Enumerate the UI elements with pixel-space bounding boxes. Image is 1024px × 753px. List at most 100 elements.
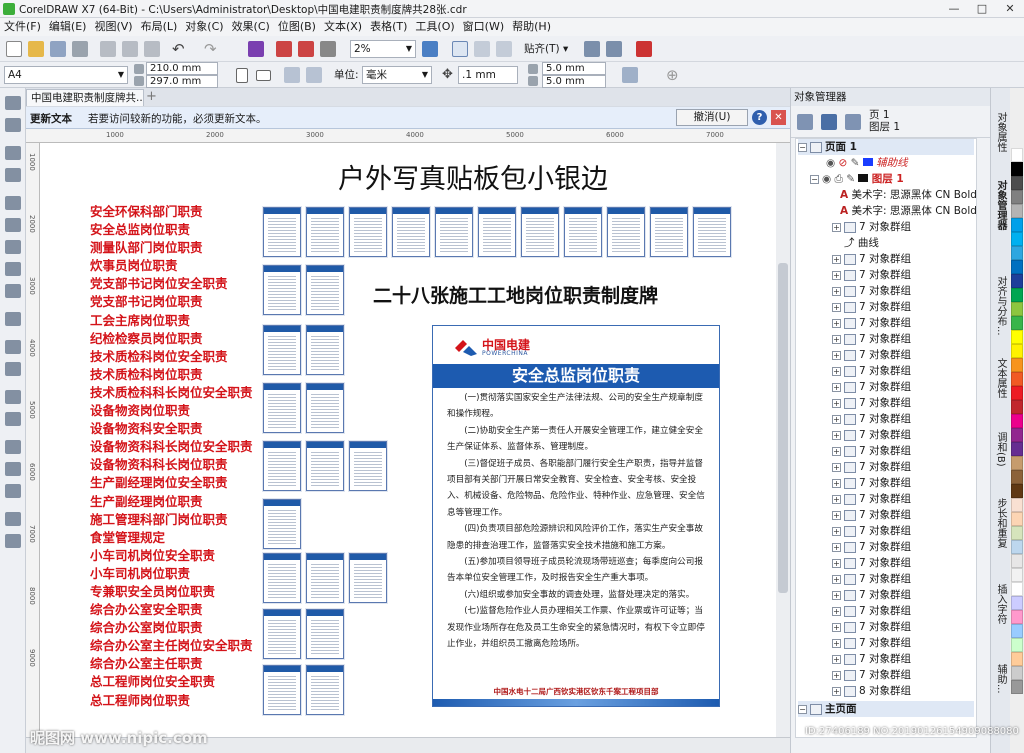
freehand-tool-icon[interactable]: [5, 196, 21, 210]
tree-object-group[interactable]: +7 对象群组: [832, 651, 911, 667]
crop-tool-icon[interactable]: [5, 146, 21, 160]
tab-insert-character[interactable]: 插入字符: [994, 584, 1008, 624]
grid-icon[interactable]: [474, 41, 490, 57]
board-thumbnail[interactable]: [263, 499, 301, 549]
help-icon[interactable]: ?: [752, 110, 767, 125]
list-item[interactable]: 设备物资科科长岗位职责: [90, 456, 280, 474]
menu-table[interactable]: 表格(T): [366, 18, 411, 36]
palette-swatch[interactable]: [1011, 274, 1023, 288]
board-thumbnail[interactable]: [306, 441, 344, 491]
list-item[interactable]: 综合办公室安全职责: [90, 601, 280, 619]
full-screen-icon[interactable]: [422, 41, 438, 57]
drawing-canvas[interactable]: 户外写真贴板包小银边 安全环保科部门职责 安全总监岗位职责 测量队部门岗位职责 …: [40, 143, 776, 737]
list-item[interactable]: 技术质检科岗位职责: [90, 366, 280, 384]
list-item[interactable]: 食堂管理规定: [90, 529, 280, 547]
list-item[interactable]: 安全环保科部门职责: [90, 203, 280, 221]
tree-object-group[interactable]: +7 对象群组: [832, 635, 911, 651]
palette-swatch[interactable]: [1011, 652, 1023, 666]
board-thumbnail[interactable]: [306, 553, 344, 603]
palette-swatch[interactable]: [1011, 414, 1023, 428]
tree-object-group[interactable]: +7 对象群组: [832, 315, 911, 331]
palette-swatch[interactable]: [1011, 386, 1023, 400]
list-item[interactable]: 安全总监岗位职责: [90, 221, 280, 239]
new-tab-icon[interactable]: +: [146, 89, 157, 104]
board-thumbnail[interactable]: [263, 207, 301, 257]
palette-swatch[interactable]: [1011, 246, 1023, 260]
palette-swatch[interactable]: [1011, 372, 1023, 386]
menu-help[interactable]: 帮助(H): [508, 18, 555, 36]
tree-object-group[interactable]: +7 对象群组: [832, 587, 911, 603]
palette-swatch[interactable]: [1011, 288, 1023, 302]
palette-swatch[interactable]: [1011, 232, 1023, 246]
copy-icon[interactable]: [122, 41, 138, 57]
menu-tools[interactable]: 工具(O): [411, 18, 458, 36]
options-icon[interactable]: [584, 41, 600, 57]
palette-swatch[interactable]: [1011, 526, 1023, 540]
list-item[interactable]: 纪检检察员岗位职责: [90, 330, 280, 348]
board-thumbnail[interactable]: [306, 383, 344, 433]
list-item[interactable]: 工会主席岗位职责: [90, 312, 280, 330]
tree-object-group[interactable]: +7 对象群组: [832, 443, 911, 459]
page-width-field[interactable]: 210.0 mm: [146, 62, 218, 75]
rulers-icon[interactable]: [452, 41, 468, 57]
tree-object-group[interactable]: +8 对象群组: [832, 683, 911, 699]
palette-swatch[interactable]: [1011, 176, 1023, 190]
palette-swatch[interactable]: [1011, 358, 1023, 372]
palette-swatch[interactable]: [1011, 442, 1023, 456]
board-thumbnail[interactable]: [306, 609, 344, 659]
transparency-icon[interactable]: [5, 412, 21, 426]
page-size-select[interactable]: A4 ▼: [4, 66, 128, 84]
mesh-fill-icon[interactable]: [5, 534, 21, 548]
board-thumbnail[interactable]: [349, 553, 387, 603]
tree-object-text[interactable]: A 美术字: 思源黑体 CN Bold (: [840, 203, 976, 219]
interactive-fill-icon[interactable]: [5, 462, 21, 476]
list-item[interactable]: 施工管理科部门岗位职责: [90, 511, 280, 529]
palette-swatch[interactable]: [1011, 512, 1023, 526]
tab-blend[interactable]: 调和(B): [994, 432, 1008, 467]
tree-page-node[interactable]: − 页面 1: [798, 139, 974, 155]
menu-file[interactable]: 文件(F): [0, 18, 45, 36]
palette-swatch[interactable]: [1011, 582, 1023, 596]
show-properties-icon[interactable]: [797, 114, 813, 130]
board-thumbnail[interactable]: [607, 207, 645, 257]
list-item[interactable]: 生产副经理岗位职责: [90, 493, 280, 511]
palette-swatch[interactable]: [1011, 596, 1023, 610]
current-page-icon[interactable]: [306, 67, 322, 83]
tree-object-group[interactable]: +7 对象群组: [832, 395, 911, 411]
vertical-ruler[interactable]: 1000 2000 3000 4000 5000 6000 7000 8000 …: [26, 143, 40, 737]
tree-object-group[interactable]: +7 对象群组: [832, 347, 911, 363]
palette-swatch[interactable]: [1011, 260, 1023, 274]
board-thumbnail[interactable]: [306, 325, 344, 375]
list-item[interactable]: 专兼职安全员岗位职责: [90, 583, 280, 601]
tree-object-group[interactable]: +7 对象群组: [832, 379, 911, 395]
tree-master-page[interactable]: − 主页面: [798, 701, 974, 717]
new-document-icon[interactable]: [6, 41, 22, 57]
rectangle-tool-icon[interactable]: [5, 240, 21, 254]
import-icon[interactable]: [276, 41, 292, 57]
board-thumbnail[interactable]: [263, 265, 301, 315]
board-thumbnail[interactable]: [306, 665, 344, 715]
save-icon[interactable]: [50, 41, 66, 57]
snap-to-dropdown[interactable]: 贴齐(T) ▾: [524, 40, 568, 58]
zoom-level-select[interactable]: 2% ▼: [350, 40, 416, 58]
eyedropper-icon[interactable]: [5, 440, 21, 454]
list-item[interactable]: 综合办公室主任岗位安全职责: [90, 637, 280, 655]
list-item[interactable]: 设备物资科安全职责: [90, 420, 280, 438]
palette-swatch[interactable]: [1011, 218, 1023, 232]
tree-object-group[interactable]: +7 对象群组: [832, 267, 911, 283]
list-item[interactable]: 设备物资科科长岗位安全职责: [90, 438, 280, 456]
palette-swatch[interactable]: [1011, 540, 1023, 554]
tree-object-group[interactable]: +7 对象群组: [832, 491, 911, 507]
palette-swatch[interactable]: [1011, 610, 1023, 624]
palette-swatch[interactable]: [1011, 680, 1023, 694]
tree-layer-node[interactable]: − ◉ ⎙ ✎ 图层 1: [810, 171, 904, 187]
page-height-field[interactable]: 297.0 mm: [146, 75, 218, 88]
board-thumbnail[interactable]: [263, 325, 301, 375]
cancel-button[interactable]: 撤消(U): [676, 109, 748, 126]
palette-swatch[interactable]: [1011, 470, 1023, 484]
minimize-button[interactable]: —: [940, 0, 968, 18]
palette-swatch[interactable]: [1011, 162, 1023, 176]
guidelines-icon[interactable]: [496, 41, 512, 57]
portrait-icon[interactable]: [236, 68, 248, 83]
palette-swatch[interactable]: [1011, 190, 1023, 204]
